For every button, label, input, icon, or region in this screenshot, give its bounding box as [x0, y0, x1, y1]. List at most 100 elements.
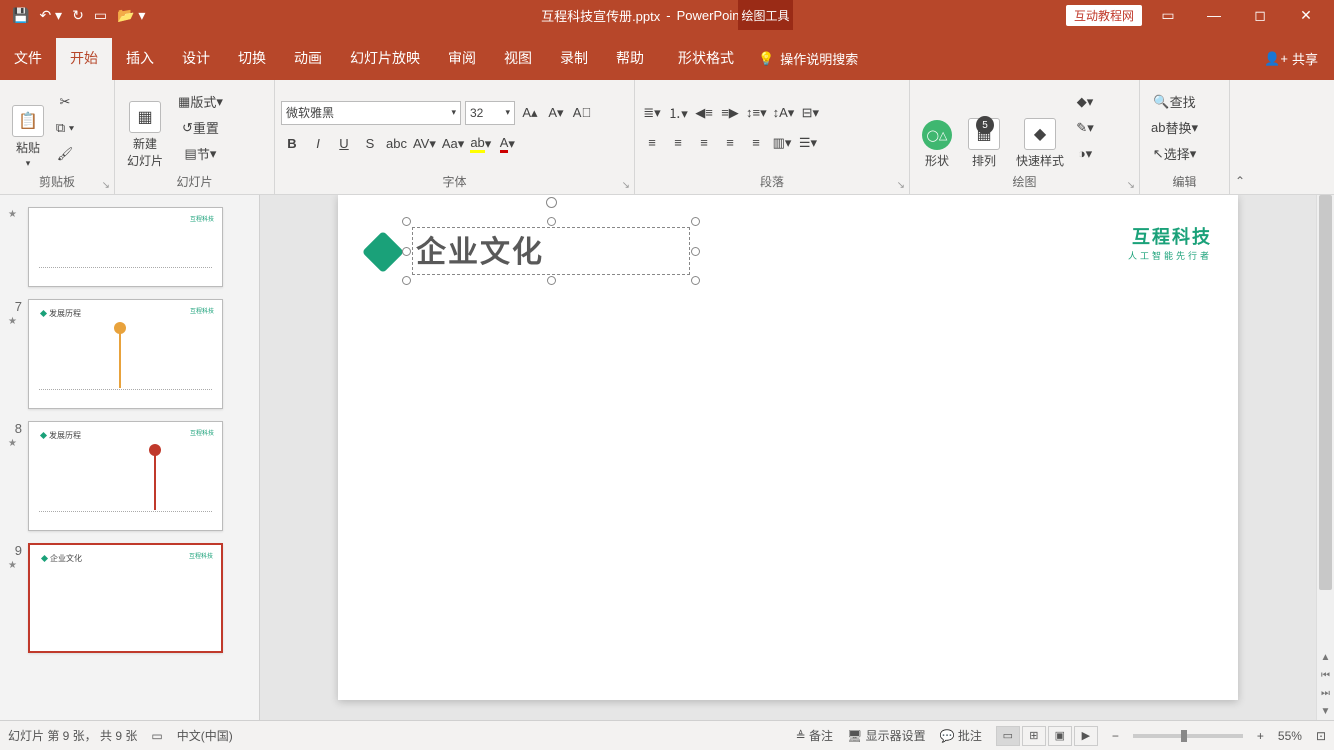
shrink-font-icon[interactable]: A▾: [545, 102, 567, 124]
resize-handle[interactable]: [691, 276, 700, 285]
line-spacing-button[interactable]: ↕≡▾: [745, 102, 768, 124]
collapse-ribbon-icon[interactable]: ⌃: [1230, 80, 1250, 194]
thumbnail[interactable]: 7★ 发展历程互程科技: [0, 293, 259, 415]
font-size-combo[interactable]: 32▾: [465, 101, 515, 125]
bullets-button[interactable]: ≣▾: [641, 102, 663, 124]
clear-format-icon[interactable]: A⃠: [571, 102, 593, 124]
reading-view-icon[interactable]: ▣: [1048, 726, 1072, 746]
shape-fill-button[interactable]: ◆▾: [1074, 91, 1096, 113]
zoom-in-icon[interactable]: +: [1257, 729, 1264, 743]
zoom-level[interactable]: 55%: [1278, 729, 1302, 743]
dialog-launcher-icon[interactable]: ↘: [897, 180, 905, 191]
fit-window-icon[interactable]: ⊡: [1316, 729, 1326, 743]
format-painter-icon[interactable]: 🖌: [54, 143, 76, 165]
select-button[interactable]: ↖ 选择 ▾: [1146, 143, 1203, 165]
open-icon[interactable]: 📂 ▾: [117, 7, 145, 24]
distribute-button[interactable]: ≡: [745, 132, 767, 154]
copy-icon[interactable]: ⧉ ▾: [54, 117, 76, 139]
tab-animations[interactable]: 动画: [280, 38, 336, 80]
tab-shape-format[interactable]: 形状格式: [664, 38, 748, 80]
italic-button[interactable]: I: [307, 133, 329, 155]
close-icon[interactable]: ✕: [1286, 0, 1326, 30]
shapes-button[interactable]: ◯△形状: [916, 84, 958, 171]
slide-title[interactable]: 企业文化: [416, 227, 544, 271]
font-name-combo[interactable]: 微软雅黑▾: [281, 101, 461, 125]
shape-effects-button[interactable]: ◑▾: [1074, 143, 1096, 165]
align-text-button[interactable]: ⊟▾: [799, 102, 821, 124]
thumbnail-selected[interactable]: 9★ 企业文化互程科技: [0, 537, 259, 659]
change-case-button[interactable]: Aa▾: [441, 133, 465, 155]
text-direction-button[interactable]: ↕A▾: [772, 102, 796, 124]
tab-home[interactable]: 开始: [56, 38, 112, 80]
slide-thumbnails[interactable]: ★ 互程科技 7★ 发展历程互程科技 8★ 发展历程互程科技 9★ 企业文化互程…: [0, 195, 260, 720]
resize-handle[interactable]: [402, 247, 411, 256]
tab-view[interactable]: 视图: [490, 38, 546, 80]
undo-icon[interactable]: ↶ ▾: [39, 7, 62, 24]
slide-canvas[interactable]: 互程科技 人工智能先行者 企业文化: [338, 195, 1238, 700]
selected-textbox[interactable]: 企业文化: [406, 221, 696, 281]
align-left-button[interactable]: ≡: [641, 132, 663, 154]
align-center-button[interactable]: ≡: [667, 132, 689, 154]
columns-button[interactable]: ▥▾: [771, 132, 793, 154]
scroll-down-icon[interactable]: ▼: [1317, 702, 1334, 720]
notes-button[interactable]: ≜ 备注: [796, 727, 833, 744]
cut-icon[interactable]: ✂: [54, 91, 76, 113]
thumbnail[interactable]: ★ 互程科技: [0, 201, 259, 293]
tab-review[interactable]: 审阅: [434, 38, 490, 80]
tab-design[interactable]: 设计: [168, 38, 224, 80]
indent-button[interactable]: ≡▶: [719, 102, 741, 124]
scroll-thumb[interactable]: [1319, 195, 1332, 590]
align-right-button[interactable]: ≡: [693, 132, 715, 154]
redo-icon[interactable]: ↻: [72, 7, 84, 24]
dialog-launcher-icon[interactable]: ↘: [1127, 180, 1135, 191]
tab-record[interactable]: 录制: [546, 38, 602, 80]
save-icon[interactable]: 💾: [12, 7, 29, 24]
vertical-scrollbar[interactable]: ▲ ⏮ ⏭ ▼: [1316, 195, 1334, 720]
paste-button[interactable]: 📋粘贴▾: [6, 84, 50, 171]
comments-button[interactable]: 💬 批注: [940, 727, 982, 744]
tell-me-search[interactable]: 💡操作说明搜索: [748, 49, 868, 80]
scroll-up-icon[interactable]: ▲: [1317, 648, 1334, 666]
bold-button[interactable]: B: [281, 133, 303, 155]
layout-button[interactable]: ▦ 版式 ▾: [173, 91, 228, 113]
dialog-launcher-icon[interactable]: ↘: [622, 180, 630, 191]
numbering-button[interactable]: ⒈▾: [667, 102, 689, 124]
replace-button[interactable]: ab 替换 ▾: [1146, 117, 1203, 139]
zoom-out-icon[interactable]: −: [1112, 729, 1119, 743]
tab-slideshow[interactable]: 幻灯片放映: [336, 38, 434, 80]
minimize-icon[interactable]: —: [1194, 0, 1234, 30]
strike-button[interactable]: S: [359, 133, 381, 155]
zoom-slider[interactable]: [1133, 734, 1243, 738]
resize-handle[interactable]: [691, 247, 700, 256]
ribbon-options-icon[interactable]: ▭: [1148, 0, 1188, 30]
spellcheck-icon[interactable]: ▭: [151, 729, 162, 743]
normal-view-icon[interactable]: ▭: [996, 726, 1020, 746]
tab-help[interactable]: 帮助: [602, 38, 658, 80]
tab-file[interactable]: 文件: [0, 38, 56, 80]
section-button[interactable]: ▤ 节 ▾: [173, 143, 228, 165]
spacing-button[interactable]: AV▾: [412, 133, 437, 155]
tutorial-badge[interactable]: 互动教程网: [1066, 5, 1142, 26]
rotate-handle[interactable]: [546, 197, 557, 208]
new-slide-button[interactable]: ▦新建 幻灯片: [121, 84, 169, 171]
dialog-launcher-icon[interactable]: ↘: [102, 180, 110, 191]
find-button[interactable]: 🔍 查找: [1146, 91, 1203, 113]
start-show-icon[interactable]: ▭: [94, 7, 107, 24]
share-button[interactable]: 👤+共享: [1248, 49, 1334, 80]
resize-handle[interactable]: [402, 217, 411, 226]
zoom-knob[interactable]: [1181, 730, 1187, 742]
outdent-button[interactable]: ◀≡: [693, 102, 715, 124]
resize-handle[interactable]: [547, 217, 556, 226]
justify-button[interactable]: ≡: [719, 132, 741, 154]
resize-handle[interactable]: [547, 276, 556, 285]
highlight-button[interactable]: ab▾: [469, 133, 492, 155]
sorter-view-icon[interactable]: ⊞: [1022, 726, 1046, 746]
thumbnail[interactable]: 8★ 发展历程互程科技: [0, 415, 259, 537]
maximize-icon[interactable]: ◻: [1240, 0, 1280, 30]
reset-button[interactable]: ↺ 重置: [173, 117, 228, 139]
shadow-button[interactable]: abc: [385, 133, 408, 155]
slideshow-view-icon[interactable]: ▶: [1074, 726, 1098, 746]
smartart-button[interactable]: ☰▾: [797, 132, 819, 154]
tab-transitions[interactable]: 切换: [224, 38, 280, 80]
display-settings-button[interactable]: 🖥 显示器设置: [847, 727, 926, 744]
